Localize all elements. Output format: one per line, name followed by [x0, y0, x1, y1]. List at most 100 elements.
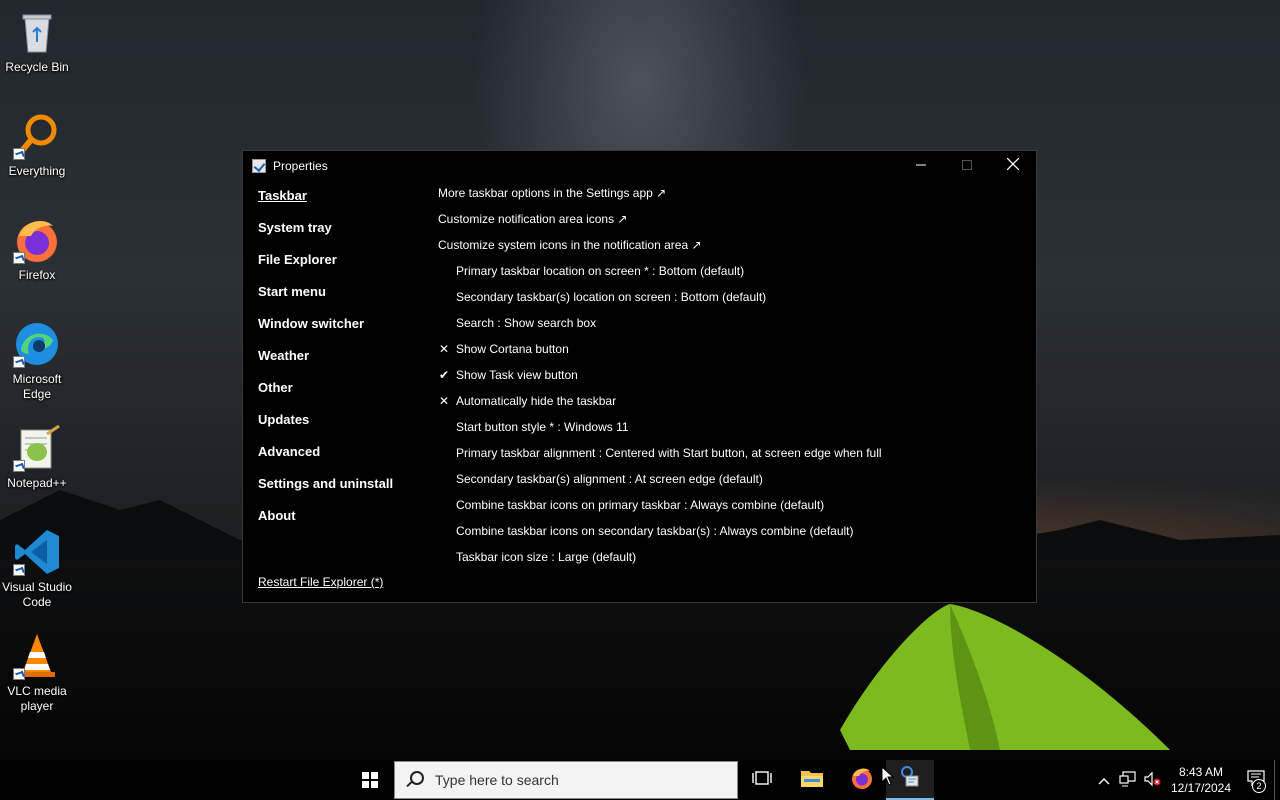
- option-search[interactable]: Search : Show search box: [438, 311, 1028, 337]
- task-view-icon: [752, 769, 772, 792]
- taskbar-options-list: More taskbar options in the Settings app…: [438, 181, 1028, 571]
- option-secondary-taskbar-location[interactable]: Secondary taskbar(s) location on screen …: [438, 285, 1028, 311]
- action-center-button[interactable]: 2: [1238, 760, 1274, 800]
- option-label: Primary taskbar location on screen * : B…: [456, 264, 745, 278]
- windows-logo-icon: [362, 772, 378, 788]
- window-title: Properties: [273, 159, 328, 173]
- option-taskbar-icon-size[interactable]: Taskbar icon size : Large (default): [438, 545, 1028, 571]
- option-link-notification-area-icons[interactable]: Customize notification area icons ↗: [438, 207, 1028, 233]
- checkmark-icon: ✔: [439, 368, 450, 382]
- desktop-icon-label: Notepad++: [7, 476, 67, 490]
- option-link-system-icons[interactable]: Customize system icons in the notificati…: [438, 233, 1028, 259]
- show-desktop-button[interactable]: [1274, 760, 1280, 800]
- option-label: Primary taskbar alignment : Centered wit…: [456, 446, 882, 460]
- option-label: Combine taskbar icons on secondary taskb…: [456, 524, 854, 538]
- desktop-icon-microsoft-edge[interactable]: Microsoft Edge: [2, 320, 72, 402]
- option-show-task-view-button[interactable]: ✔ Show Task view button: [438, 363, 1028, 389]
- desktop-icon-vscode[interactable]: Visual Studio Code: [2, 528, 72, 610]
- desktop-icon-everything[interactable]: Everything: [2, 112, 72, 179]
- desktop-icon-label: Everything: [8, 164, 66, 178]
- nav-item-system-tray[interactable]: System tray: [258, 215, 428, 247]
- option-label: Customize system icons in the notificati…: [438, 238, 702, 252]
- desktop-icon-label: Firefox: [18, 268, 56, 282]
- option-label: Automatically hide the taskbar: [456, 394, 617, 408]
- recycle-bin-icon: [13, 8, 61, 56]
- start-button[interactable]: [350, 760, 390, 800]
- properties-app-icon: [898, 765, 922, 795]
- option-auto-hide-taskbar[interactable]: ✕ Automatically hide the taskbar: [438, 389, 1028, 415]
- taskbar-firefox[interactable]: [838, 760, 886, 800]
- window-controls: [898, 151, 1036, 179]
- desktop-icon-label: Recycle Bin: [5, 60, 69, 74]
- shortcut-arrow-icon: [13, 564, 25, 576]
- desktop-icon-label: VLC media player: [7, 684, 67, 713]
- taskbar: 8:43 AM 12/17/2024 2: [0, 760, 1280, 800]
- properties-app-icon: [252, 159, 266, 173]
- option-combine-secondary[interactable]: Combine taskbar icons on secondary taskb…: [438, 519, 1028, 545]
- shortcut-arrow-icon: [13, 148, 25, 160]
- nav-item-window-switcher[interactable]: Window switcher: [258, 311, 428, 343]
- option-secondary-taskbar-alignment[interactable]: Secondary taskbar(s) alignment : At scre…: [438, 467, 1028, 493]
- close-icon: [1006, 157, 1020, 173]
- option-label: Search : Show search box: [456, 316, 597, 330]
- clock-date: 12/17/2024: [1170, 781, 1232, 795]
- show-hidden-icons-button[interactable]: [1092, 760, 1116, 800]
- option-label: Customize notification area icons ↗: [438, 212, 628, 226]
- edge-icon: [13, 320, 61, 368]
- window-titlebar[interactable]: Properties: [243, 151, 1036, 181]
- taskbar-search-box[interactable]: [394, 761, 738, 799]
- nav-item-file-explorer[interactable]: File Explorer: [258, 247, 428, 279]
- nav-item-other[interactable]: Other: [258, 375, 428, 407]
- vscode-icon: [13, 528, 61, 576]
- network-button[interactable]: [1116, 760, 1140, 800]
- nav-item-advanced[interactable]: Advanced: [258, 439, 428, 471]
- notepad-plus-plus-icon: [13, 424, 61, 472]
- nav-item-about[interactable]: About: [258, 503, 428, 535]
- clock-time: 8:43 AM: [1178, 765, 1224, 779]
- option-label: More taskbar options in the Settings app…: [438, 186, 667, 200]
- desktop-icon-recycle-bin[interactable]: Recycle Bin: [2, 8, 72, 75]
- nav-item-taskbar[interactable]: Taskbar: [258, 183, 428, 215]
- search-icon: [405, 771, 424, 789]
- minimize-button[interactable]: [898, 151, 944, 179]
- option-primary-taskbar-location[interactable]: Primary taskbar location on screen * : B…: [438, 259, 1028, 285]
- nav-item-weather[interactable]: Weather: [258, 343, 428, 375]
- maximize-icon: [962, 157, 972, 173]
- desktop-icon-label: Visual Studio Code: [2, 580, 72, 609]
- option-label: Secondary taskbar(s) alignment : At scre…: [456, 472, 763, 486]
- firefox-icon: [13, 216, 61, 264]
- nav-item-start-menu[interactable]: Start menu: [258, 279, 428, 311]
- option-show-cortana-button[interactable]: ✕ Show Cortana button: [438, 337, 1028, 363]
- task-view-button[interactable]: [738, 760, 786, 800]
- wallpaper-tent: [820, 600, 1180, 760]
- option-primary-taskbar-alignment[interactable]: Primary taskbar alignment : Centered wit…: [438, 441, 1028, 467]
- network-icon: [1119, 770, 1137, 790]
- volume-muted-icon: [1143, 771, 1161, 790]
- option-combine-primary[interactable]: Combine taskbar icons on primary taskbar…: [438, 493, 1028, 519]
- desktop-icon-firefox[interactable]: Firefox: [2, 216, 72, 283]
- nav-item-settings-and-uninstall[interactable]: Settings and uninstall: [258, 471, 428, 503]
- close-button[interactable]: [990, 151, 1036, 179]
- system-tray: 8:43 AM 12/17/2024 2: [1092, 760, 1280, 800]
- volume-button[interactable]: [1140, 760, 1164, 800]
- desktop-icon-vlc[interactable]: VLC media player: [2, 632, 72, 714]
- firefox-icon: [850, 766, 874, 795]
- unchecked-x-icon: ✕: [439, 394, 450, 408]
- properties-window: Properties Taskbar System tray File Expl…: [242, 150, 1037, 603]
- taskbar-file-explorer[interactable]: [788, 760, 836, 800]
- search-input[interactable]: [435, 772, 715, 788]
- desktop-icon-label: Microsoft Edge: [12, 372, 62, 401]
- option-start-button-style[interactable]: Start button style * : Windows 11: [438, 415, 1028, 441]
- maximize-button[interactable]: [944, 151, 990, 179]
- option-label: Show Task view button: [456, 368, 578, 382]
- unchecked-x-icon: ✕: [439, 342, 450, 356]
- restart-file-explorer-link[interactable]: Restart File Explorer (*): [258, 575, 383, 589]
- taskbar-clock[interactable]: 8:43 AM 12/17/2024: [1164, 764, 1238, 796]
- desktop-icon-notepad-plus-plus[interactable]: Notepad++: [2, 424, 72, 491]
- option-label: Taskbar icon size : Large (default): [456, 550, 637, 564]
- file-explorer-icon: [800, 768, 824, 793]
- option-link-settings-app[interactable]: More taskbar options in the Settings app…: [438, 181, 1028, 207]
- nav-item-updates[interactable]: Updates: [258, 407, 428, 439]
- settings-nav: Taskbar System tray File Explorer Start …: [258, 183, 428, 535]
- everything-search-icon: [13, 112, 61, 160]
